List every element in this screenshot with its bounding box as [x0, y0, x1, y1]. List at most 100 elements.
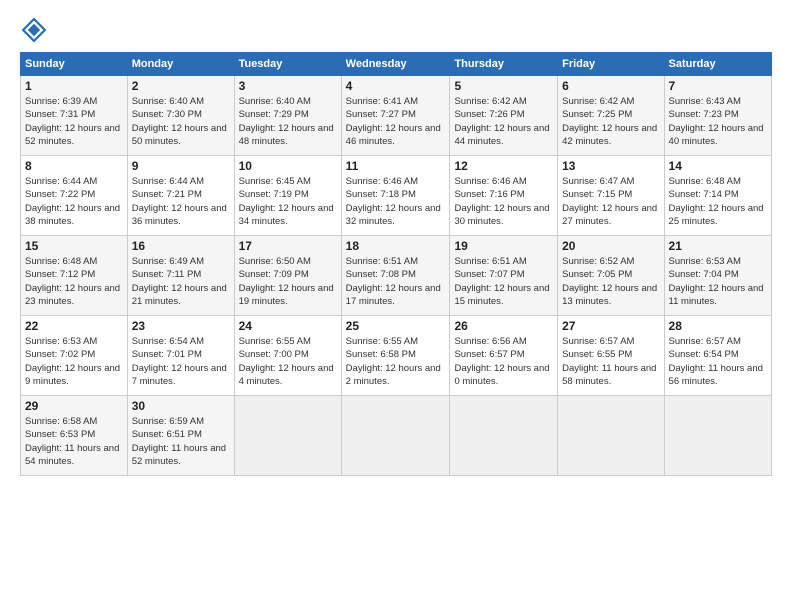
calendar-cell	[450, 396, 558, 476]
calendar-cell: 25 Sunrise: 6:55 AMSunset: 6:58 PMDayligh…	[341, 316, 450, 396]
day-info: Sunrise: 6:47 AMSunset: 7:15 PMDaylight:…	[562, 175, 659, 228]
day-number: 21	[669, 239, 767, 253]
calendar-cell: 15 Sunrise: 6:48 AMSunset: 7:12 PMDayligh…	[21, 236, 128, 316]
calendar-cell: 22 Sunrise: 6:53 AMSunset: 7:02 PMDayligh…	[21, 316, 128, 396]
calendar-cell: 3Sunrise: 6:40 AMSunset: 7:29 PMDaylight…	[234, 76, 341, 156]
day-info: Sunrise: 6:48 AMSunset: 7:14 PMDaylight:…	[669, 175, 767, 228]
calendar-cell: 6 Sunrise: 6:42 AMSunset: 7:25 PMDaylight…	[558, 76, 664, 156]
day-number: 15	[25, 239, 123, 253]
day-info: Sunrise: 6:52 AMSunset: 7:05 PMDaylight:…	[562, 255, 659, 308]
day-number: 29	[25, 399, 123, 413]
day-number: 8	[25, 159, 123, 173]
calendar-cell	[341, 396, 450, 476]
day-info: Sunrise: 6:53 AMSunset: 7:04 PMDaylight:…	[669, 255, 767, 308]
calendar-cell: 23 Sunrise: 6:54 AMSunset: 7:01 PMDayligh…	[127, 316, 234, 396]
col-header-sunday: Sunday	[21, 53, 128, 76]
day-number: 1	[25, 79, 123, 93]
calendar-week-row: 15 Sunrise: 6:48 AMSunset: 7:12 PMDayligh…	[21, 236, 772, 316]
day-number: 11	[346, 159, 446, 173]
day-number: 6	[562, 79, 659, 93]
day-number: 16	[132, 239, 230, 253]
day-info: Sunrise: 6:51 AMSunset: 7:07 PMDaylight:…	[454, 255, 553, 308]
calendar-cell: 28 Sunrise: 6:57 AMSunset: 6:54 PMDayligh…	[664, 316, 771, 396]
day-info: Sunrise: 6:54 AMSunset: 7:01 PMDaylight:…	[132, 335, 230, 388]
day-number: 27	[562, 319, 659, 333]
calendar-cell: 5Sunrise: 6:42 AMSunset: 7:26 PMDaylight…	[450, 76, 558, 156]
day-number: 28	[669, 319, 767, 333]
day-number: 7	[669, 79, 767, 93]
day-info: Sunrise: 6:55 AMSunset: 6:58 PMDaylight:…	[346, 335, 446, 388]
calendar-cell	[558, 396, 664, 476]
col-header-tuesday: Tuesday	[234, 53, 341, 76]
calendar-week-row: 1 Sunrise: 6:39 AMSunset: 7:31 PMDaylight…	[21, 76, 772, 156]
day-number: 23	[132, 319, 230, 333]
calendar-cell: 1 Sunrise: 6:39 AMSunset: 7:31 PMDaylight…	[21, 76, 128, 156]
day-info: Sunrise: 6:58 AMSunset: 6:53 PMDaylight:…	[25, 415, 123, 468]
page: SundayMondayTuesdayWednesdayThursdayFrid…	[0, 0, 792, 612]
day-number: 10	[239, 159, 337, 173]
calendar-cell: 8 Sunrise: 6:44 AMSunset: 7:22 PMDaylight…	[21, 156, 128, 236]
calendar-table: SundayMondayTuesdayWednesdayThursdayFrid…	[20, 52, 772, 476]
calendar-cell: 29 Sunrise: 6:58 AMSunset: 6:53 PMDayligh…	[21, 396, 128, 476]
calendar-cell: 27 Sunrise: 6:57 AMSunset: 6:55 PMDayligh…	[558, 316, 664, 396]
day-info: Sunrise: 6:53 AMSunset: 7:02 PMDaylight:…	[25, 335, 123, 388]
calendar-cell	[664, 396, 771, 476]
calendar-cell	[234, 396, 341, 476]
logo	[20, 16, 54, 44]
day-number: 2	[132, 79, 230, 93]
col-header-thursday: Thursday	[450, 53, 558, 76]
day-info: Sunrise: 6:40 AMSunset: 7:30 PMDaylight:…	[132, 95, 230, 148]
day-info: Sunrise: 6:55 AMSunset: 7:00 PMDaylight:…	[239, 335, 337, 388]
day-number: 14	[669, 159, 767, 173]
day-info: Sunrise: 6:45 AMSunset: 7:19 PMDaylight:…	[239, 175, 337, 228]
calendar-cell: 24 Sunrise: 6:55 AMSunset: 7:00 PMDayligh…	[234, 316, 341, 396]
day-info: Sunrise: 6:49 AMSunset: 7:11 PMDaylight:…	[132, 255, 230, 308]
logo-icon	[20, 16, 48, 44]
day-info: Sunrise: 6:59 AMSunset: 6:51 PMDaylight:…	[132, 415, 230, 468]
day-info: Sunrise: 6:42 AMSunset: 7:25 PMDaylight:…	[562, 95, 659, 148]
day-number: 17	[239, 239, 337, 253]
col-header-friday: Friday	[558, 53, 664, 76]
day-number: 25	[346, 319, 446, 333]
calendar-cell: 21 Sunrise: 6:53 AMSunset: 7:04 PMDayligh…	[664, 236, 771, 316]
day-info: Sunrise: 6:57 AMSunset: 6:55 PMDaylight:…	[562, 335, 659, 388]
calendar-cell: 30 Sunrise: 6:59 AMSunset: 6:51 PMDayligh…	[127, 396, 234, 476]
day-number: 22	[25, 319, 123, 333]
header	[20, 16, 772, 44]
calendar-cell: 12 Sunrise: 6:46 AMSunset: 7:16 PMDayligh…	[450, 156, 558, 236]
day-number: 3	[239, 79, 337, 93]
calendar-cell: 13Sunrise: 6:47 AMSunset: 7:15 PMDayligh…	[558, 156, 664, 236]
calendar-cell: 14 Sunrise: 6:48 AMSunset: 7:14 PMDayligh…	[664, 156, 771, 236]
calendar-cell: 4Sunrise: 6:41 AMSunset: 7:27 PMDaylight…	[341, 76, 450, 156]
calendar-cell: 19 Sunrise: 6:51 AMSunset: 7:07 PMDayligh…	[450, 236, 558, 316]
day-number: 9	[132, 159, 230, 173]
day-number: 24	[239, 319, 337, 333]
day-number: 30	[132, 399, 230, 413]
day-info: Sunrise: 6:48 AMSunset: 7:12 PMDaylight:…	[25, 255, 123, 308]
day-info: Sunrise: 6:56 AMSunset: 6:57 PMDaylight:…	[454, 335, 553, 388]
day-info: Sunrise: 6:39 AMSunset: 7:31 PMDaylight:…	[25, 95, 123, 148]
day-info: Sunrise: 6:42 AMSunset: 7:26 PMDaylight:…	[454, 95, 553, 148]
day-info: Sunrise: 6:44 AMSunset: 7:22 PMDaylight:…	[25, 175, 123, 228]
calendar-cell: 7 Sunrise: 6:43 AMSunset: 7:23 PMDaylight…	[664, 76, 771, 156]
calendar-cell: 10 Sunrise: 6:45 AMSunset: 7:19 PMDayligh…	[234, 156, 341, 236]
day-info: Sunrise: 6:41 AMSunset: 7:27 PMDaylight:…	[346, 95, 446, 148]
day-number: 12	[454, 159, 553, 173]
day-number: 20	[562, 239, 659, 253]
calendar-cell: 11Sunrise: 6:46 AMSunset: 7:18 PMDayligh…	[341, 156, 450, 236]
calendar-week-row: 22 Sunrise: 6:53 AMSunset: 7:02 PMDayligh…	[21, 316, 772, 396]
calendar-header-row: SundayMondayTuesdayWednesdayThursdayFrid…	[21, 53, 772, 76]
day-number: 26	[454, 319, 553, 333]
day-info: Sunrise: 6:46 AMSunset: 7:16 PMDaylight:…	[454, 175, 553, 228]
day-info: Sunrise: 6:57 AMSunset: 6:54 PMDaylight:…	[669, 335, 767, 388]
day-number: 19	[454, 239, 553, 253]
calendar-cell: 18 Sunrise: 6:51 AMSunset: 7:08 PMDayligh…	[341, 236, 450, 316]
calendar-cell: 9Sunrise: 6:44 AMSunset: 7:21 PMDaylight…	[127, 156, 234, 236]
calendar-cell: 17Sunrise: 6:50 AMSunset: 7:09 PMDayligh…	[234, 236, 341, 316]
day-number: 18	[346, 239, 446, 253]
day-info: Sunrise: 6:43 AMSunset: 7:23 PMDaylight:…	[669, 95, 767, 148]
calendar-week-row: 29 Sunrise: 6:58 AMSunset: 6:53 PMDayligh…	[21, 396, 772, 476]
day-info: Sunrise: 6:51 AMSunset: 7:08 PMDaylight:…	[346, 255, 446, 308]
calendar-cell: 2 Sunrise: 6:40 AMSunset: 7:30 PMDaylight…	[127, 76, 234, 156]
col-header-monday: Monday	[127, 53, 234, 76]
